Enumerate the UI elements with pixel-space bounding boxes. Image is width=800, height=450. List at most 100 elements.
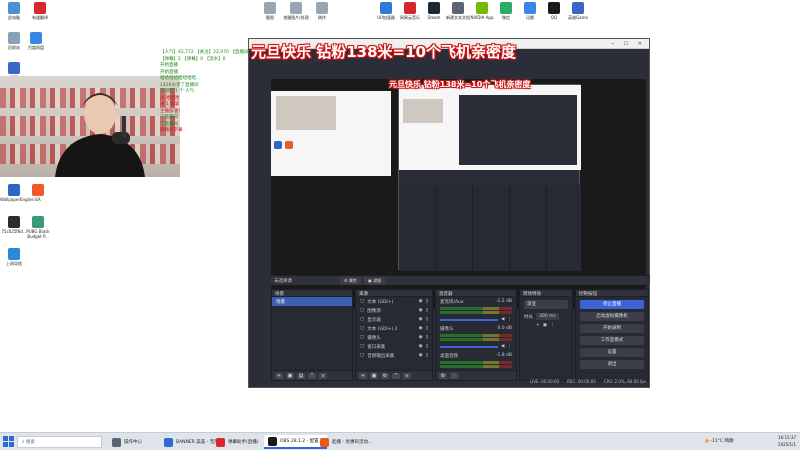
search-input[interactable]: ⌕ 搜索 [17,436,102,448]
volume-slider[interactable] [440,345,499,348]
desktop-icon-label: 百度网盘 [28,45,44,50]
chat-line: 跟播的字幕 [160,128,183,133]
weather[interactable]: ● -11°C 晴朗 [705,438,734,444]
source-type-icon: ▢ [360,299,365,304]
control-button[interactable]: 启动虚拟摄像机 [580,312,644,321]
window-controls[interactable]: ─ ☐ ✕ [611,41,646,47]
eye-icon[interactable]: ◉ [419,344,423,349]
app-icon [8,32,20,44]
windows-start-icon[interactable] [3,436,14,447]
more-icon[interactable]: ⋮ [508,317,513,322]
lock-icon[interactable]: ▯ [426,317,428,322]
app-icon [32,216,44,228]
desktop-icon[interactable]: 截图 [256,2,284,20]
app-icon [164,437,173,447]
speaker-icon[interactable]: ◀ [501,344,504,349]
taskbar-item[interactable]: 弹幕助手(直播) [212,435,263,449]
lock-icon[interactable]: ▯ [426,344,428,349]
taskbar-item[interactable]: 操作中心 [108,435,146,449]
lock-icon[interactable]: ▯ [426,326,428,331]
channel-name: 桌面音频 [440,353,458,359]
desktop-icon-label: 截图 [266,15,274,20]
source-item[interactable]: ▢ 窗口采集 ◉ ▯ [356,342,432,351]
source-item[interactable]: ▢ 文本 (GDI+) 2 ◉ ▯ [356,324,432,333]
desktop-icon[interactable]: 上网导航 [0,248,28,266]
source-item[interactable]: ▢ 音频输出采集 ◉ ▯ [356,351,432,360]
channel-name: 摄像头 [440,326,454,332]
volume-controls: ◀⋮ [436,315,516,324]
transitions-dock: 转场特效 渐变 时长 300 ms + ▣ ⋮ [519,289,573,381]
stream-caption: 元旦快乐 钻粉138米=10个飞机亲密度 [251,43,516,61]
taskbar-item[interactable]: 起播 - 优惠码活动... [316,435,376,449]
app-icon [8,2,20,14]
app-icon [404,2,416,14]
lock-icon[interactable]: ▯ [426,353,428,358]
scenes-title: 场景 [272,290,352,297]
filters-button[interactable]: ▣ 滤镜 [364,277,386,285]
more-icon[interactable]: ⋮ [508,344,513,349]
clock-date: 2025/1/1 [778,442,796,447]
more-icon[interactable]: ⋮ [550,323,555,328]
source-item[interactable]: ▢ 文本 (GDI+) ◉ ▯ [356,297,432,306]
source-type-icon: ▢ [360,353,365,358]
control-button[interactable]: 退出 [580,360,644,369]
eye-icon[interactable]: ◉ [419,353,423,358]
cpu-status: CPU: 2.0%, 60.00 fps [603,379,646,384]
app-icon [572,2,584,14]
eye-icon[interactable]: ◉ [419,308,423,313]
app-icon [264,2,276,14]
app-icon [268,436,277,446]
transition-select[interactable]: 渐变 [524,300,568,309]
desktop-icon[interactable]: 百度网盘 [22,32,50,50]
eye-icon[interactable]: ◉ [419,326,423,331]
source-item[interactable]: ▢ 摄像头 ◉ ▯ [356,333,432,342]
control-button[interactable]: 开始录制 [580,324,644,333]
scene-item[interactable]: 场景 [272,297,352,306]
source-item[interactable]: ▢ 图像源 ◉ ▯ [356,306,432,315]
app-icon [380,2,392,14]
source-item[interactable]: ▢ 显示器 ◉ ▯ [356,315,432,324]
desktop-icon[interactable]: PUBG Black Budget P... [24,216,52,239]
desktop-icon[interactable]: 有道翻译 [26,2,54,20]
clock[interactable]: 16:15:37 2025/1/1 [760,434,796,448]
desktop-icon[interactable]: EA [24,184,52,202]
lock-icon[interactable]: ▯ [426,335,428,340]
taskbar: ⌕ 搜索 操作中心 BANNER 美美 - 无限 弹幕助手(直播) OBS 28.1.… [0,432,800,450]
app-icon [112,437,121,447]
streamer-figure [55,93,145,177]
eye-icon[interactable]: ◉ [419,317,423,322]
desktop-icon[interactable]: 拍摄图片/处理 [282,2,310,20]
lock-icon[interactable]: ▯ [426,299,428,304]
add-icon[interactable]: + [536,323,540,328]
properties-button[interactable]: ⚙ 属性 [340,277,361,285]
desktop-icon[interactable]: 刷作 [308,2,336,20]
desktop-icon-label: 上网导航 [6,261,22,266]
trash-icon[interactable]: ▣ [543,323,547,328]
duration-row: 时长 300 ms [520,312,572,321]
obs-window[interactable]: ─ ☐ ✕ 元旦快乐 钻粉138米=10个飞机亲密度 元旦快乐 钻粉138米=1… [248,38,650,388]
desktop-icon-label: EA [35,197,41,202]
duration-input[interactable]: 300 ms [536,313,559,320]
app-icon [8,62,20,74]
volume-slider[interactable] [440,318,499,321]
source-toolbar: 未选择源 ⚙ 属性 ▣ 滤镜 [270,275,650,285]
source-label: 文本 (GDI+) 2 [367,326,398,332]
control-button[interactable]: 停止直播 [580,300,644,309]
control-button[interactable]: 设置 [580,348,644,357]
eye-icon[interactable]: ◉ [419,335,423,340]
desktop-icon[interactable]: 此电脑 [0,2,28,20]
app-icon [476,2,488,14]
lock-icon[interactable]: ▯ [426,308,428,313]
app-icon [32,184,44,196]
nested-desktop [271,91,391,176]
app-icon [34,2,46,14]
volume-meter [440,361,512,364]
mixer-channel: 摄像头 0.0 dB ◀ ⋮ [436,324,516,351]
desktop-icon[interactable]: 英雄Game [564,2,592,20]
nested-webcam-2 [403,99,443,123]
taskbar-item-label: 起播 - 优惠码活动... [332,440,373,445]
speaker-icon[interactable]: ◀ [501,317,504,322]
eye-icon[interactable]: ◉ [419,299,423,304]
control-button[interactable]: 工作室模式 [580,336,644,345]
controls-title: 控制按钮 [576,290,648,297]
